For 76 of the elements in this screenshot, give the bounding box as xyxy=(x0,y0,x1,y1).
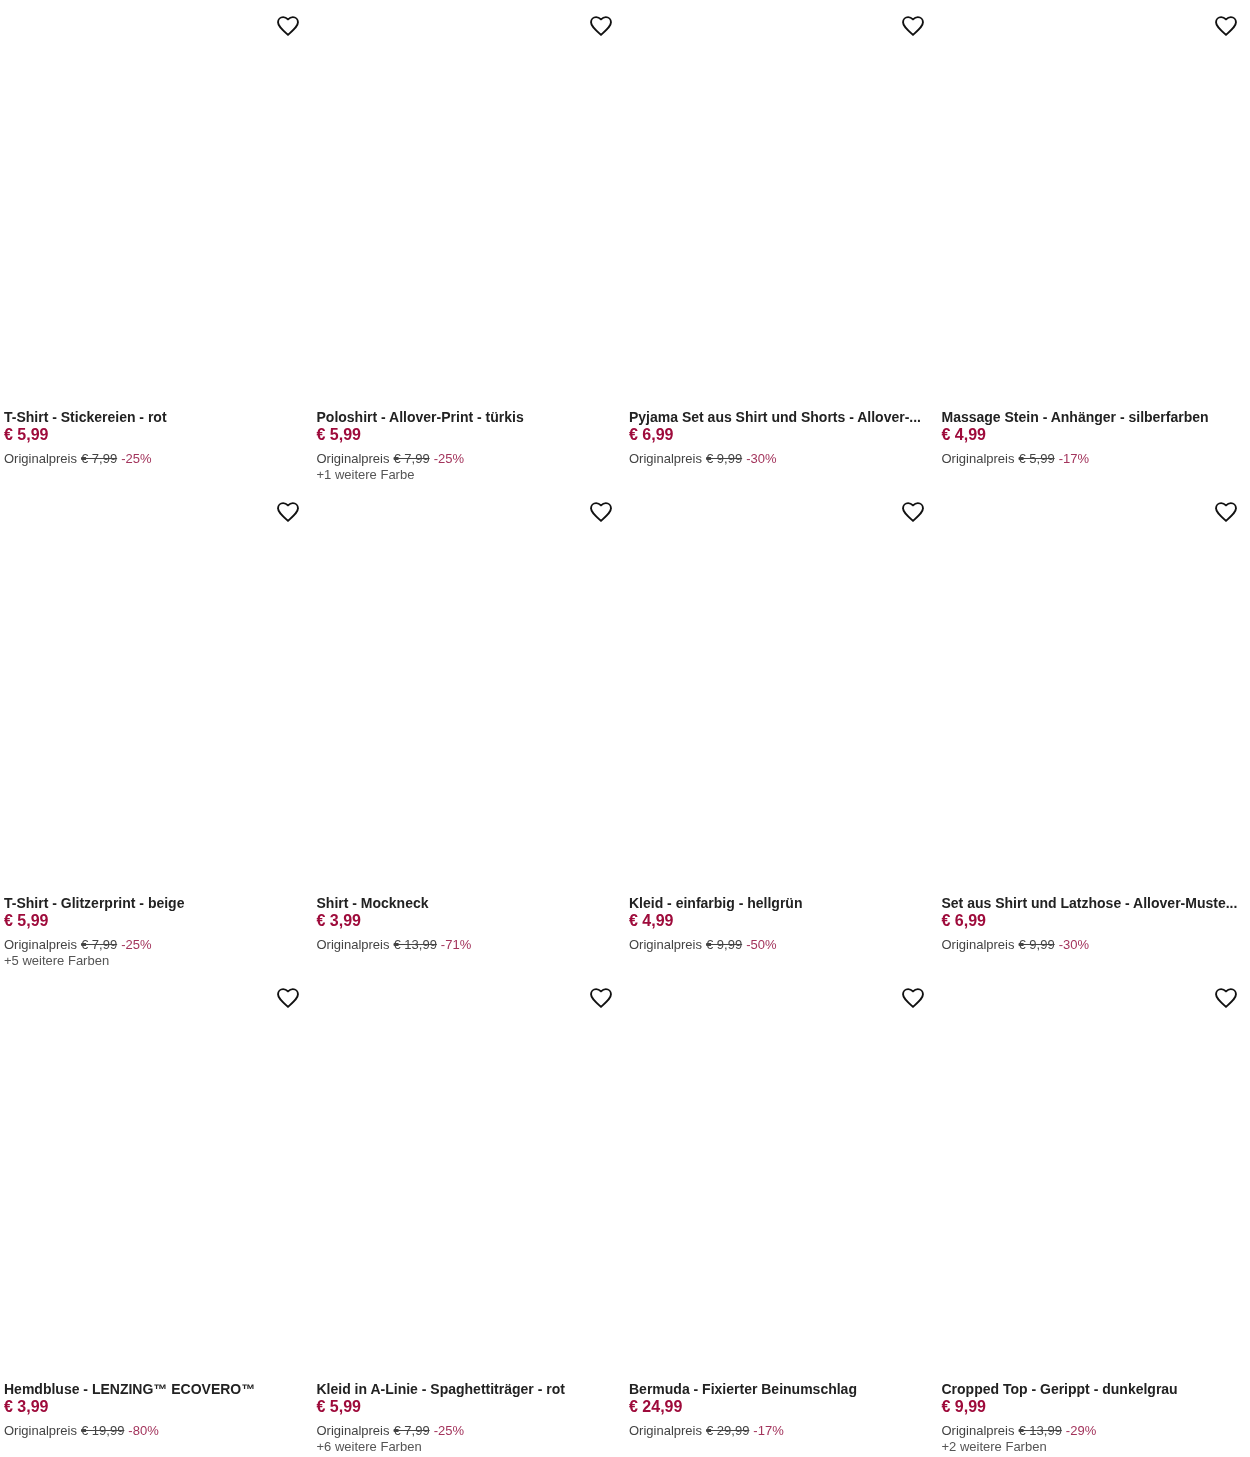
discount-text: -80% xyxy=(128,1423,159,1439)
original-price: € 9,99 xyxy=(706,937,743,953)
original-price-label: Originalpreis xyxy=(629,1423,702,1439)
original-price: € 7,99 xyxy=(393,451,430,467)
original-price: € 9,99 xyxy=(1018,937,1055,953)
discount-text: -25% xyxy=(121,937,152,953)
product-title[interactable]: Set aus Shirt und Latzhose - Allover-Muste... xyxy=(941,894,1246,912)
discount-text: -30% xyxy=(1058,937,1089,953)
more-colors-text[interactable]: +5 weitere Farben xyxy=(4,953,309,969)
heart-icon[interactable] xyxy=(589,502,612,522)
discount-text: -17% xyxy=(753,1423,784,1439)
heart-icon[interactable] xyxy=(277,502,299,522)
original-price-label: Originalpreis xyxy=(941,1423,1015,1439)
product-title[interactable]: Shirt - Mockneck xyxy=(316,894,621,912)
original-price-label: Originalpreis xyxy=(941,937,1015,953)
discount-text: -29% xyxy=(1065,1423,1097,1439)
sale-price: € 5,99 xyxy=(4,912,50,930)
heart-icon[interactable] xyxy=(902,988,924,1008)
more-colors-text[interactable]: +2 weitere Farben xyxy=(941,1439,1246,1455)
product-title[interactable]: Cropped Top - Gerippt - dunkelgrau xyxy=(941,1380,1246,1398)
original-price-label: Originalpreis xyxy=(629,937,702,953)
original-price: € 5,99 xyxy=(1018,451,1055,467)
product-title[interactable]: Hemdbluse - LENZING™ ECOVERO™ xyxy=(4,1380,309,1398)
original-price: € 19,99 xyxy=(81,1423,125,1439)
original-price-label: Originalpreis xyxy=(941,451,1015,467)
more-colors-text[interactable]: +1 weitere Farbe xyxy=(316,467,621,483)
product-title[interactable]: Pyjama Set aus Shirt und Shorts - Allover-... xyxy=(629,408,934,426)
original-price-label: Originalpreis xyxy=(4,1423,77,1439)
discount-text: -17% xyxy=(1058,451,1089,467)
original-price-label: Originalpreis xyxy=(4,451,77,467)
sale-price: € 9,99 xyxy=(941,1398,987,1416)
discount-text: -50% xyxy=(746,937,777,953)
heart-icon[interactable] xyxy=(1214,502,1237,522)
sale-price: € 4,99 xyxy=(629,912,675,930)
sale-price: € 4,99 xyxy=(941,426,987,444)
product-title[interactable]: Poloshirt - Allover-Print - türkis xyxy=(316,408,621,426)
discount-text: -71% xyxy=(440,937,472,953)
original-price: € 13,99 xyxy=(393,937,437,953)
original-price-label: Originalpreis xyxy=(316,451,390,467)
heart-icon[interactable] xyxy=(277,16,299,36)
original-price: € 7,99 xyxy=(81,937,118,953)
discount-text: -25% xyxy=(433,1423,464,1439)
product-title[interactable]: Kleid - einfarbig - hellgrün xyxy=(629,894,934,912)
original-price-label: Originalpreis xyxy=(4,937,77,953)
product-title[interactable]: Massage Stein - Anhänger - silberfarben xyxy=(941,408,1246,426)
original-price-label: Originalpreis xyxy=(316,1423,390,1439)
original-price: € 13,99 xyxy=(1018,1423,1062,1439)
sale-price: € 3,99 xyxy=(4,1398,50,1416)
heart-icon[interactable] xyxy=(902,16,924,36)
original-price: € 7,99 xyxy=(81,451,118,467)
sale-price: € 5,99 xyxy=(4,426,50,444)
heart-icon[interactable] xyxy=(1214,16,1237,36)
product-title[interactable]: Kleid in A-Linie - Spaghettiträger - rot xyxy=(316,1380,621,1398)
heart-icon[interactable] xyxy=(1214,988,1237,1008)
heart-icon[interactable] xyxy=(589,16,612,36)
original-price-label: Originalpreis xyxy=(316,937,390,953)
discount-text: -25% xyxy=(121,451,152,467)
sale-price: € 5,99 xyxy=(316,426,362,444)
original-price: € 29,99 xyxy=(706,1423,750,1439)
discount-text: -30% xyxy=(746,451,777,467)
product-title[interactable]: Bermuda - Fixierter Beinumschlag xyxy=(629,1380,934,1398)
heart-icon[interactable] xyxy=(902,502,924,522)
sale-price: € 6,99 xyxy=(941,912,987,930)
original-price: € 9,99 xyxy=(706,451,743,467)
discount-text: -25% xyxy=(433,451,464,467)
sale-price: € 6,99 xyxy=(629,426,675,444)
more-colors-text[interactable]: +6 weitere Farben xyxy=(316,1439,621,1455)
original-price: € 7,99 xyxy=(393,1423,430,1439)
heart-icon[interactable] xyxy=(277,988,299,1008)
sale-price: € 3,99 xyxy=(316,912,362,930)
product-title[interactable]: T-Shirt - Glitzerprint - beige xyxy=(4,894,309,912)
product-title[interactable]: T-Shirt - Stickereien - rot xyxy=(4,408,309,426)
heart-icon[interactable] xyxy=(589,988,612,1008)
sale-price: € 5,99 xyxy=(316,1398,362,1416)
original-price-label: Originalpreis xyxy=(629,451,702,467)
sale-price: € 24,99 xyxy=(629,1398,684,1416)
